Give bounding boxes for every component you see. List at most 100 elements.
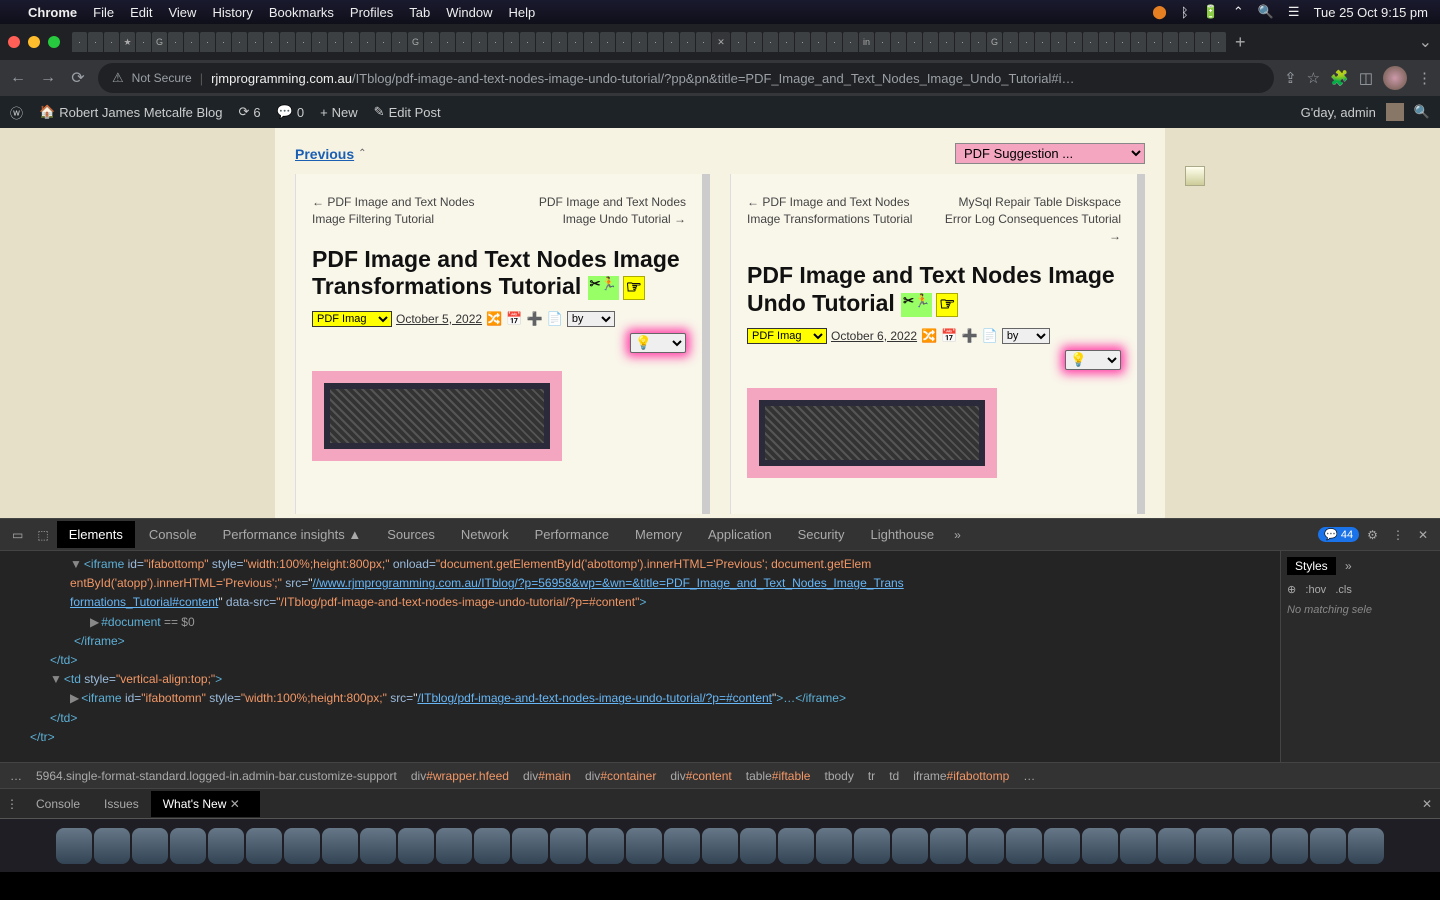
dock-app[interactable] bbox=[94, 828, 130, 864]
prev-post-link[interactable]: ← PDF Image and Text Nodes Image Filteri… bbox=[312, 194, 492, 228]
dock-app[interactable] bbox=[892, 828, 928, 864]
tab-security[interactable]: Security bbox=[786, 521, 857, 548]
minimize-button[interactable] bbox=[28, 36, 40, 48]
dock-app[interactable] bbox=[1082, 828, 1118, 864]
crumb[interactable]: 5964.single-format-standard.logged-in.ad… bbox=[36, 769, 397, 783]
drawer-whatsnew[interactable]: What's New ✕ bbox=[151, 791, 260, 817]
browser-tab[interactable]: · bbox=[104, 32, 119, 52]
app-name[interactable]: Chrome bbox=[28, 5, 77, 20]
browser-tab[interactable]: · bbox=[600, 32, 615, 52]
browser-tab[interactable]: · bbox=[568, 32, 583, 52]
close-button[interactable] bbox=[8, 36, 20, 48]
status-icon[interactable]: ⬤ bbox=[1152, 4, 1167, 20]
browser-tab[interactable]: · bbox=[552, 32, 567, 52]
drawer-menu-icon[interactable]: ⋮ bbox=[0, 793, 24, 815]
more-styles-icon[interactable]: » bbox=[1345, 559, 1352, 573]
dock-app[interactable] bbox=[512, 828, 548, 864]
notepad-icon[interactable] bbox=[1185, 166, 1205, 186]
dock-app[interactable] bbox=[322, 828, 358, 864]
menu-profiles[interactable]: Profiles bbox=[350, 5, 393, 20]
menu-history[interactable]: History bbox=[212, 5, 252, 20]
browser-tab[interactable]: · bbox=[216, 32, 231, 52]
crumb[interactable]: iframe#ifabottomp bbox=[913, 769, 1009, 783]
browser-tab[interactable]: · bbox=[456, 32, 471, 52]
more-tabs-icon[interactable]: » bbox=[948, 524, 967, 546]
device-icon[interactable]: ⬚ bbox=[31, 524, 54, 546]
browser-tab[interactable]: · bbox=[472, 32, 487, 52]
browser-tab[interactable]: · bbox=[747, 32, 762, 52]
battery-icon[interactable]: 🔋 bbox=[1203, 4, 1219, 20]
dock-app[interactable] bbox=[1234, 828, 1270, 864]
drawer-console[interactable]: Console bbox=[24, 791, 92, 817]
browser-tab[interactable]: · bbox=[1099, 32, 1114, 52]
hov-toggle[interactable]: :hov bbox=[1305, 584, 1326, 596]
clock[interactable]: Tue 25 Oct 9:15 pm bbox=[1314, 5, 1428, 20]
calendar-icon[interactable]: 📅 bbox=[506, 311, 522, 327]
menu-window[interactable]: Window bbox=[446, 5, 492, 20]
menu-file[interactable]: File bbox=[93, 5, 114, 20]
browser-tab[interactable]: · bbox=[843, 32, 858, 52]
dock-app[interactable] bbox=[1272, 828, 1308, 864]
forward-button[interactable]: → bbox=[38, 69, 58, 87]
browser-tab[interactable]: · bbox=[696, 32, 711, 52]
browser-tab[interactable]: G bbox=[987, 32, 1002, 52]
crumb[interactable]: tr bbox=[868, 769, 875, 783]
doc-icon[interactable]: 📄 bbox=[982, 328, 998, 344]
crumb[interactable]: … bbox=[10, 769, 22, 783]
browser-tab[interactable]: · bbox=[248, 32, 263, 52]
browser-tab[interactable]: · bbox=[827, 32, 842, 52]
sidepanel-icon[interactable]: ◫ bbox=[1359, 69, 1373, 87]
pdf-img-select[interactable]: PDF Imag bbox=[747, 328, 827, 344]
browser-tab[interactable]: · bbox=[648, 32, 663, 52]
browser-tab[interactable]: · bbox=[907, 32, 922, 52]
browser-tab[interactable]: · bbox=[1083, 32, 1098, 52]
dock-app[interactable] bbox=[626, 828, 662, 864]
wp-avatar[interactable] bbox=[1386, 103, 1404, 121]
browser-tab[interactable]: · bbox=[280, 32, 295, 52]
browser-tab[interactable]: ★ bbox=[120, 32, 135, 52]
menu-help[interactable]: Help bbox=[509, 5, 536, 20]
tab-console[interactable]: Console bbox=[137, 521, 209, 548]
crumb[interactable]: div#content bbox=[670, 769, 731, 783]
crumb[interactable]: div#wrapper.hfeed bbox=[411, 769, 509, 783]
drawer-issues[interactable]: Issues bbox=[92, 791, 151, 817]
browser-tab[interactable]: · bbox=[616, 32, 631, 52]
dock-app[interactable] bbox=[360, 828, 396, 864]
dock-app[interactable] bbox=[664, 828, 700, 864]
browser-tab[interactable]: · bbox=[811, 32, 826, 52]
dock-app[interactable] bbox=[1196, 828, 1232, 864]
back-button[interactable]: ← bbox=[8, 69, 28, 87]
browser-tab[interactable]: · bbox=[504, 32, 519, 52]
browser-tab[interactable]: · bbox=[680, 32, 695, 52]
previous-link[interactable]: Previous bbox=[295, 146, 354, 162]
bookmark-icon[interactable]: ☆ bbox=[1307, 69, 1320, 87]
browser-tab[interactable]: · bbox=[971, 32, 986, 52]
browser-tab[interactable]: · bbox=[264, 32, 279, 52]
pdf-img-select[interactable]: PDF Imag bbox=[312, 311, 392, 327]
inspect-icon[interactable]: ▭ bbox=[6, 524, 29, 546]
tab-sources[interactable]: Sources bbox=[375, 521, 447, 548]
bulb-select[interactable]: 💡 bbox=[630, 333, 686, 353]
wp-greeting[interactable]: G'day, admin bbox=[1301, 105, 1376, 120]
dock-app[interactable] bbox=[56, 828, 92, 864]
browser-tab[interactable]: · bbox=[632, 32, 647, 52]
browser-tab[interactable]: · bbox=[488, 32, 503, 52]
browser-tab[interactable]: · bbox=[584, 32, 599, 52]
filter-icon[interactable]: ⊕ bbox=[1287, 584, 1296, 596]
cut-icon[interactable]: ✂🏃 bbox=[901, 293, 932, 317]
browser-tab[interactable]: · bbox=[328, 32, 343, 52]
crumb[interactable]: tbody bbox=[824, 769, 853, 783]
issues-badge[interactable]: 💬 44 bbox=[1318, 527, 1359, 542]
browser-tab[interactable]: · bbox=[664, 32, 679, 52]
browser-tab[interactable]: · bbox=[1147, 32, 1162, 52]
browser-tab[interactable]: · bbox=[1131, 32, 1146, 52]
maximize-button[interactable] bbox=[48, 36, 60, 48]
tab-overflow-icon[interactable]: ⌄ bbox=[1419, 32, 1432, 52]
extensions-icon[interactable]: 🧩 bbox=[1330, 69, 1349, 87]
menu-edit[interactable]: Edit bbox=[130, 5, 152, 20]
pdf-suggestion-select[interactable]: PDF Suggestion ... bbox=[955, 143, 1145, 164]
pointer-icon[interactable]: ☞ bbox=[936, 293, 958, 317]
browser-tab[interactable]: · bbox=[731, 32, 746, 52]
by-select[interactable]: by bbox=[1002, 328, 1050, 344]
close-icon[interactable]: ✕ bbox=[230, 797, 240, 811]
